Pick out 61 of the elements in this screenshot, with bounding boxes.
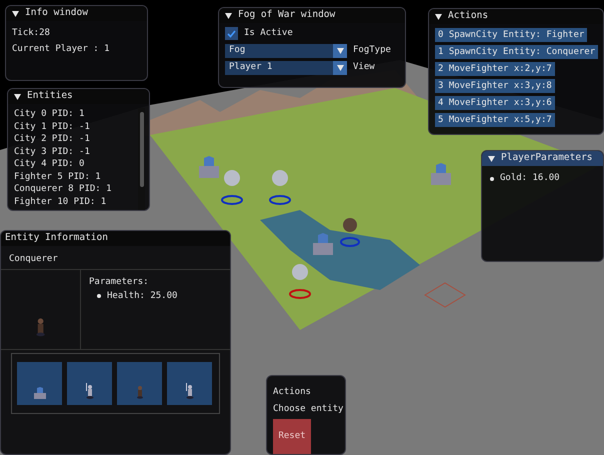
entity-list-item[interactable]: City 0 PID: 1 xyxy=(14,108,138,120)
warrior-icon xyxy=(136,385,144,399)
collapse-triangle-icon[interactable] xyxy=(435,14,442,20)
warrior-icon xyxy=(34,317,46,337)
knight-icon xyxy=(85,383,94,399)
action-button[interactable]: 1 SpawnCity Entity: Conquerer xyxy=(435,45,598,59)
window-title: Info window xyxy=(25,6,88,20)
parameters-label: Parameters: xyxy=(89,276,150,289)
dropdown-label: FogType xyxy=(353,44,391,57)
knight-icon xyxy=(221,170,243,205)
castle-icon xyxy=(313,233,333,255)
entity-list-item[interactable]: City 3 PID: -1 xyxy=(14,146,138,158)
collapse-triangle-icon[interactable] xyxy=(12,10,19,16)
knight-icon xyxy=(185,383,194,399)
action-button[interactable]: 2 MoveFighter x:2,y:7 xyxy=(435,62,555,76)
checkbox[interactable] xyxy=(225,27,238,40)
entity-slot-button[interactable] xyxy=(167,362,212,405)
info-text: Tick:28 xyxy=(12,27,51,40)
dropdown[interactable]: Player 1 xyxy=(225,60,347,74)
entity-list-item[interactable]: City 2 PID: -1 xyxy=(14,133,138,146)
collapse-triangle-icon[interactable] xyxy=(14,94,21,100)
health-text: Health: 25.00 xyxy=(107,290,178,302)
action-button[interactable]: 3 MoveFighter x:3,y:8 xyxy=(435,79,555,93)
window-title: Fog of War window xyxy=(238,8,336,22)
entity-slot-button[interactable] xyxy=(67,362,112,405)
entity-list-item[interactable]: Conquerer 8 PID: 1 xyxy=(14,183,138,196)
castle-icon xyxy=(431,163,451,185)
reset-button[interactable]: Reset xyxy=(273,419,311,454)
checkbox-label: Is Active xyxy=(244,27,293,40)
collapse-triangle-icon[interactable] xyxy=(488,156,495,162)
dropdown-arrow-icon xyxy=(336,64,344,70)
entity-name: Conquerer xyxy=(9,252,58,266)
entity-list-item[interactable]: City 1 PID: -1 xyxy=(14,120,138,133)
knight-icon xyxy=(269,170,291,205)
window-title: PlayerParameters xyxy=(501,151,593,166)
action-button[interactable]: 0 SpawnCity Entity: Fighter xyxy=(435,28,588,42)
bullet-icon xyxy=(97,294,101,298)
info-text: Current Player : 1 xyxy=(12,42,111,56)
knight-icon xyxy=(289,264,311,299)
entity-list-item[interactable]: Fighter 5 PID: 1 xyxy=(14,170,138,183)
window-title: Entities xyxy=(27,89,73,104)
action-button[interactable]: 4 MoveFighter x:3,y:6 xyxy=(435,96,555,110)
dropdown-arrow-icon xyxy=(336,48,344,54)
entity-list-item[interactable]: City 4 PID: 0 xyxy=(14,158,138,170)
action-button[interactable]: 5 MoveFighter x:5,y:7 xyxy=(435,113,555,127)
warrior-icon xyxy=(340,218,360,247)
scrollbar[interactable] xyxy=(138,108,145,210)
dropdown-label: View xyxy=(353,60,375,74)
castle-icon xyxy=(32,387,46,399)
entity-slot-button[interactable] xyxy=(17,362,62,405)
window-title: Actions xyxy=(448,9,488,24)
panel-text: Actions xyxy=(273,386,312,399)
bullet-icon xyxy=(490,176,494,181)
player-stat-text: Gold: 16.00 xyxy=(500,172,560,185)
dropdown[interactable]: Fog xyxy=(225,44,347,58)
tile-selection-outline xyxy=(424,282,466,308)
castle-icon xyxy=(199,156,219,178)
collapse-triangle-icon[interactable] xyxy=(225,12,232,18)
window-title: Entity Information xyxy=(5,231,108,246)
checkmark-icon xyxy=(227,30,236,38)
entity-list-item[interactable]: Fighter 10 PID: 1 xyxy=(14,196,138,208)
